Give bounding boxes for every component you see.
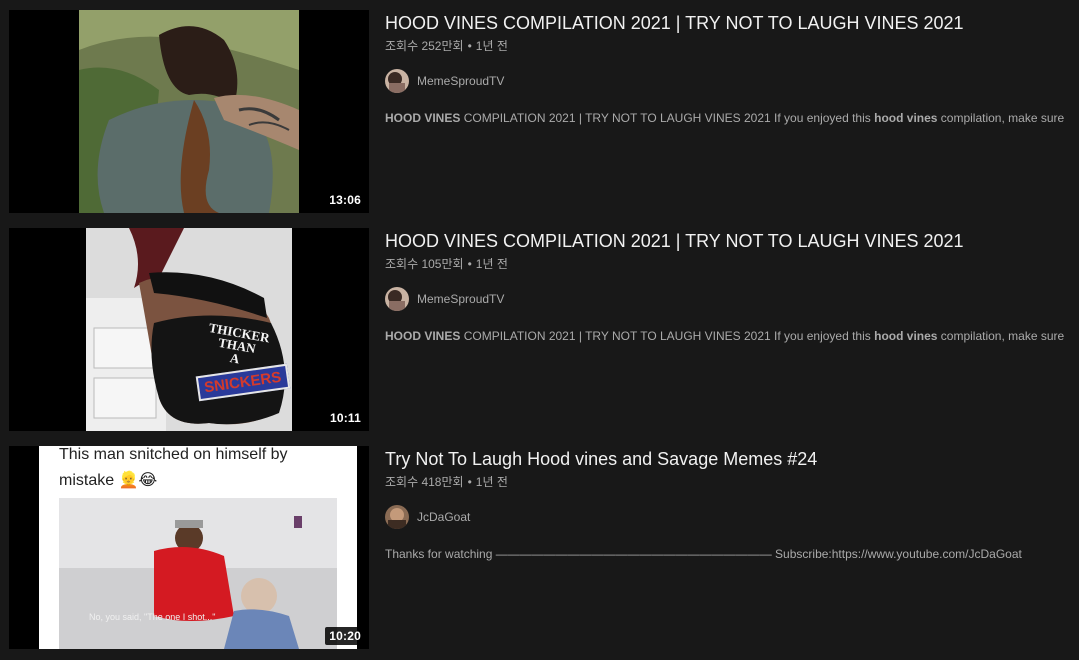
video-info: HOOD VINES COMPILATION 2021 | TRY NOT TO… <box>385 10 1075 127</box>
video-result: This man snitched on himself by mistake … <box>0 446 1079 650</box>
upload-age: 1년 전 <box>475 39 508 53</box>
video-metadata: 조회수 252만회 • 1년 전 <box>385 39 508 53</box>
snippet-highlight: hood vines <box>874 329 938 343</box>
video-duration: 13:06 <box>325 191 365 209</box>
thumbnail-caption: This man snitched on himself by <box>59 446 288 463</box>
view-count: 조회수 105만회 <box>385 257 464 271</box>
snippet-text: COMPILATION 2021 | TRY NOT TO LAUGH VINE… <box>460 329 875 343</box>
video-result: THICKER THAN A SNICKERS 10:11 HOOD VINES… <box>0 228 1079 432</box>
snippet-highlight: HOOD VINES <box>385 111 461 125</box>
video-result: 13:06 HOOD VINES COMPILATION 2021 | TRY … <box>0 10 1079 214</box>
upload-age: 1년 전 <box>475 475 508 489</box>
snippet-highlight: HOOD VINES <box>385 329 461 343</box>
avatar-jcdagoat-icon[interactable] <box>385 505 409 529</box>
search-results-list: 13:06 HOOD VINES COMPILATION 2021 | TRY … <box>0 0 1079 660</box>
channel-name[interactable]: MemeSproudTV <box>417 292 504 306</box>
snippet-highlight: hood vines <box>874 111 938 125</box>
video-duration: 10:20 <box>325 627 365 645</box>
video-description-snippet: Thanks for watching ————————————————————… <box>385 547 1022 561</box>
video-description-snippet: HOOD VINES COMPILATION 2021 | TRY NOT TO… <box>385 109 1065 127</box>
video-thumbnail[interactable]: THICKER THAN A SNICKERS 10:11 <box>9 228 369 431</box>
video-description-snippet: HOOD VINES COMPILATION 2021 | TRY NOT TO… <box>385 327 1065 345</box>
video-metadata: 조회수 105만회 • 1년 전 <box>385 257 508 271</box>
video-duration: 10:11 <box>325 409 365 427</box>
view-count: 조회수 418만회 <box>385 475 464 489</box>
channel-link[interactable]: MemeSproudTV <box>385 287 1075 311</box>
video-thumbnail[interactable]: This man snitched on himself by mistake … <box>9 446 369 649</box>
avatar-memesproudtv-icon[interactable] <box>385 287 409 311</box>
video-metadata: 조회수 418만회 • 1년 전 <box>385 475 508 489</box>
upload-age: 1년 전 <box>475 257 508 271</box>
video-info: Try Not To Laugh Hood vines and Savage M… <box>385 446 1075 563</box>
channel-link[interactable]: MemeSproudTV <box>385 69 1075 93</box>
snippet-text: compilation, make sure to ... <box>940 111 1065 125</box>
snippet-text: COMPILATION 2021 | TRY NOT TO LAUGH VINE… <box>460 111 875 125</box>
video-title[interactable]: Try Not To Laugh Hood vines and Savage M… <box>385 446 1075 472</box>
channel-name[interactable]: JcDaGoat <box>417 510 470 524</box>
video-info: HOOD VINES COMPILATION 2021 | TRY NOT TO… <box>385 228 1075 345</box>
thumbnail-subtitle: No, you said, "The one I shot..." <box>89 612 216 622</box>
video-thumbnail[interactable]: 13:06 <box>9 10 369 213</box>
channel-name[interactable]: MemeSproudTV <box>417 74 504 88</box>
video-title[interactable]: HOOD VINES COMPILATION 2021 | TRY NOT TO… <box>385 228 1075 254</box>
view-count: 조회수 252만회 <box>385 39 464 53</box>
video-title[interactable]: HOOD VINES COMPILATION 2021 | TRY NOT TO… <box>385 10 1075 36</box>
thumbnail-caption: mistake 👱😂 <box>59 472 158 489</box>
channel-link[interactable]: JcDaGoat <box>385 505 1075 529</box>
snippet-text: compilation, make sure to ... <box>940 329 1065 343</box>
avatar-memesproudtv-icon[interactable] <box>385 69 409 93</box>
